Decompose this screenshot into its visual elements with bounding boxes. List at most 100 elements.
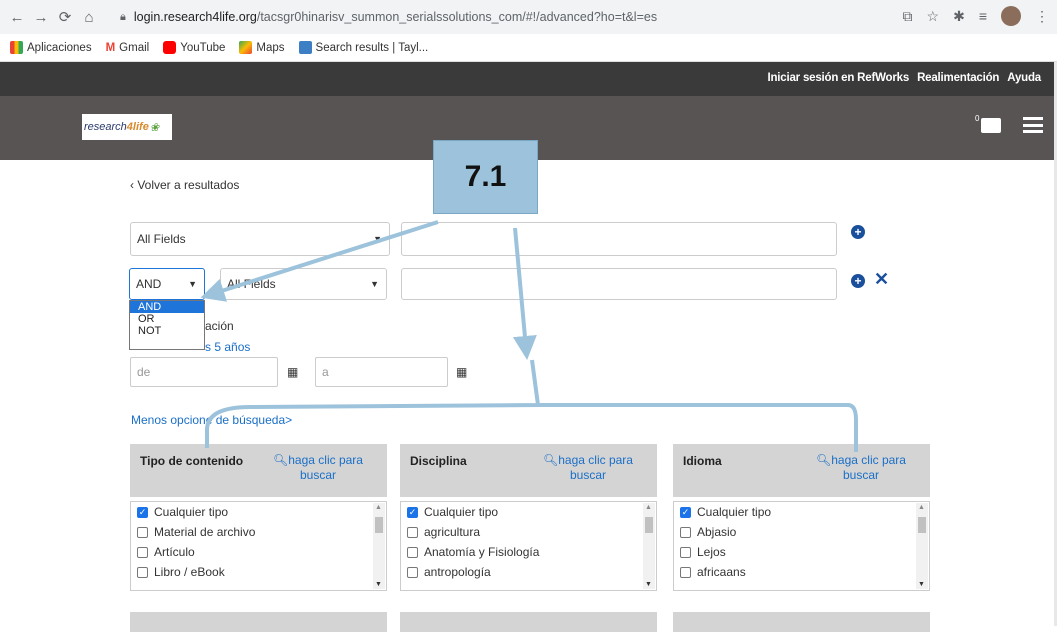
menu-dots-icon[interactable]: ⋮ — [1035, 8, 1049, 25]
browser-toolbar: ← → ⟳ ⌂ 🔒︎ login.research4life.org /tacs… — [0, 0, 1057, 34]
list-item[interactable]: africaans — [674, 562, 929, 582]
facet-list[interactable]: ✓ Cualquier tipo agricultura Anatomía y F… — [400, 501, 657, 591]
back-to-results-link[interactable]: ‹ Volver a resultados — [130, 178, 239, 192]
checkbox[interactable] — [137, 566, 148, 578]
remove-row-icon[interactable]: ✕ — [874, 269, 889, 290]
facet-list[interactable]: ✓ Cualquier tipo Material de archivo Artí… — [130, 501, 387, 591]
checkbox[interactable] — [407, 546, 418, 558]
home-icon[interactable]: ⌂ — [78, 6, 100, 28]
translate-icon[interactable]: ⧉ — [903, 8, 913, 25]
operator-option-or[interactable]: OR — [130, 313, 204, 325]
calendar-icon[interactable]: ▦ — [456, 365, 467, 379]
refworks-login-link[interactable]: Iniciar sesión en RefWorks — [767, 72, 909, 84]
site-top-bar: Iniciar sesión en RefWorks Realimentació… — [0, 62, 1057, 96]
back-arrow-icon[interactable]: ← — [6, 6, 28, 28]
list-item[interactable]: ✓ Cualquier tipo — [131, 502, 386, 522]
checkbox[interactable] — [407, 526, 418, 538]
bookmark-label: Aplicaciones — [27, 41, 92, 54]
facet-item-label: Cualquier tipo — [697, 505, 772, 519]
star-icon[interactable]: ☆ — [927, 8, 940, 25]
list-item[interactable]: Artículo — [131, 542, 386, 562]
list-item[interactable]: agricultura — [401, 522, 656, 542]
saved-items-folder[interactable]: 0 — [975, 114, 1001, 136]
facet-header-partial — [130, 612, 387, 632]
facet-search-link[interactable]: 🔍︎haga clic para buscar — [543, 453, 633, 483]
bookmark-youtube[interactable]: YouTube — [163, 41, 225, 54]
reload-icon[interactable]: ⟳ — [54, 6, 76, 28]
bookmark-maps[interactable]: Maps — [239, 41, 285, 54]
address-bar[interactable]: 🔒︎ login.research4life.org /tacsgr0hinar… — [120, 5, 895, 29]
field-select-row2[interactable]: All Fields ▼ — [220, 268, 387, 300]
operator-dropdown[interactable]: AND OR NOT — [129, 300, 205, 350]
operator-option-not[interactable]: NOT — [130, 325, 204, 337]
checkbox-checked[interactable]: ✓ — [680, 506, 691, 518]
facet-scrollbar[interactable]: ▲ ▼ — [916, 503, 928, 589]
list-item[interactable]: Lejos — [674, 542, 929, 562]
bookmark-label: YouTube — [180, 41, 226, 54]
gmail-icon: M — [105, 41, 116, 54]
list-item[interactable]: Material de archivo — [131, 522, 386, 542]
date-from-input[interactable]: de — [130, 357, 278, 387]
facet-title: Idioma — [683, 454, 722, 468]
facet-item-label: Libro / eBook — [154, 565, 225, 579]
reading-list-icon[interactable]: ≡ — [979, 8, 987, 24]
checkbox[interactable] — [137, 526, 148, 538]
list-item[interactable]: Anatomía y Fisiología — [401, 542, 656, 562]
url-domain: login.research4life.org — [133, 10, 257, 24]
folder-icon — [981, 118, 1001, 133]
facet-scrollbar[interactable]: ▲ ▼ — [643, 503, 655, 589]
bookmarks-bar: Aplicaciones M Gmail YouTube Maps Search … — [0, 34, 1057, 62]
search-icon: 🔍︎ — [543, 453, 559, 467]
extensions-icon[interactable]: ✱ — [953, 8, 965, 25]
facet-discipline: Disciplina 🔍︎haga clic para buscar ✓ Cual… — [400, 444, 657, 591]
facet-title: Disciplina — [410, 454, 467, 468]
bookmark-label: Maps — [256, 41, 285, 54]
checkbox[interactable] — [680, 546, 691, 558]
checkbox[interactable] — [680, 526, 691, 538]
list-item[interactable]: ✓ Cualquier tipo — [674, 502, 929, 522]
last-5-years-link[interactable]: s 5 años — [205, 340, 250, 354]
add-row-icon[interactable]: + — [851, 274, 865, 288]
checkbox[interactable] — [137, 546, 148, 558]
operator-option-and[interactable]: AND — [130, 301, 204, 313]
facet-title: Tipo de contenido — [140, 454, 244, 468]
feedback-link[interactable]: Realimentación — [917, 72, 999, 84]
list-item[interactable]: antropología — [401, 562, 656, 582]
help-link[interactable]: Ayuda — [1007, 72, 1041, 84]
list-item[interactable]: Abjasio — [674, 522, 929, 542]
list-item[interactable]: Libro / eBook — [131, 562, 386, 582]
list-item[interactable]: ✓ Cualquier tipo — [401, 502, 656, 522]
research4life-logo[interactable]: research 4 life ❀ — [82, 114, 172, 140]
search-input-row1[interactable] — [401, 222, 837, 256]
checkbox[interactable] — [407, 566, 418, 578]
profile-avatar[interactable] — [1001, 6, 1021, 26]
annotation-callout: 7.1 — [433, 140, 538, 214]
bookmark-search-results[interactable]: Search results | Tayl... — [298, 41, 428, 54]
hamburger-menu-icon[interactable] — [1023, 117, 1043, 133]
facet-item-label: Cualquier tipo — [424, 505, 499, 519]
less-search-options-link[interactable]: Menos opcione de búsqueda> — [131, 413, 292, 427]
facet-scrollbar[interactable]: ▲ ▼ — [373, 503, 385, 589]
facet-item-label: africaans — [697, 565, 746, 579]
bracket-to-facets — [205, 359, 858, 452]
bookmark-apps[interactable]: Aplicaciones — [10, 41, 92, 54]
calendar-icon[interactable]: ▦ — [287, 365, 298, 379]
facet-item-label: Artículo — [154, 545, 195, 559]
url-path: /tacsgr0hinarisv_summon_serialssolutions… — [256, 10, 658, 24]
facet-language: Idioma 🔍︎haga clic para buscar ✓ Cualquie… — [673, 444, 930, 591]
bookmark-gmail[interactable]: M Gmail — [106, 42, 150, 54]
operator-select-row2[interactable]: AND ▼ — [129, 268, 205, 300]
checkbox-checked[interactable]: ✓ — [137, 506, 148, 518]
youtube-icon — [163, 41, 177, 54]
forward-arrow-icon[interactable]: → — [30, 6, 52, 28]
facet-search-link[interactable]: 🔍︎haga clic para buscar — [816, 453, 906, 483]
checkbox[interactable] — [680, 566, 691, 578]
facet-item-label: agricultura — [424, 525, 481, 539]
search-input-row2[interactable] — [401, 268, 837, 300]
date-to-input[interactable]: a — [315, 357, 448, 387]
checkbox-checked[interactable]: ✓ — [407, 506, 418, 518]
field-select-row1[interactable]: All Fields ▼ — [130, 222, 390, 256]
add-row-icon[interactable]: + — [851, 225, 865, 239]
facet-search-link[interactable]: 🔍︎haga clic para buscar — [273, 453, 363, 483]
facet-list[interactable]: ✓ Cualquier tipo Abjasio Lejos africaans … — [673, 501, 930, 591]
